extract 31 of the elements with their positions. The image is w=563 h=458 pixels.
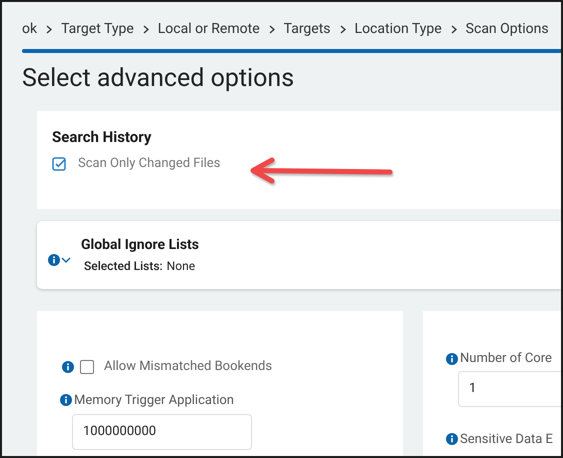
breadcrumb-link[interactable]: Targets [284, 19, 331, 40]
breadcrumb-link[interactable]: ok [22, 19, 38, 40]
checkbox[interactable] [52, 156, 66, 171]
info-icon[interactable] [60, 394, 72, 406]
checkbox-label[interactable]: Allow Mismatched Bookends [104, 357, 272, 376]
info-icon[interactable] [446, 352, 458, 365]
chevron-right-icon [142, 25, 149, 34]
info-icon[interactable] [48, 254, 60, 266]
breadcrumb-link[interactable]: Scan Options [466, 19, 549, 40]
input-field[interactable]: 1 [458, 370, 561, 406]
section-title: Search History [52, 128, 152, 146]
section-title: Global Ignore Lists [81, 236, 199, 254]
page-heading: Select advanced options [22, 63, 296, 95]
chevron-right-icon [340, 25, 346, 34]
info-icon[interactable] [446, 433, 458, 446]
chevron-right-icon [268, 25, 275, 34]
chevron-right-icon [450, 25, 457, 34]
field-label: Sensitive Data E [460, 430, 553, 448]
chevron-down-icon[interactable] [61, 257, 71, 263]
field-label: Memory Trigger Application [74, 392, 234, 410]
checkbox-label[interactable]: Scan Only Changed Files [78, 154, 220, 174]
breadcrumb-link[interactable]: Target Type [61, 19, 134, 40]
field-label: Number of Core [460, 350, 552, 368]
breadcrumb-link[interactable]: Location Type [354, 19, 442, 40]
checkbox[interactable] [80, 360, 94, 374]
breadcrumb-link[interactable]: Local or Remote [158, 19, 260, 40]
input-field[interactable]: 1000000000 [72, 414, 252, 450]
selected-lists-value: None [166, 258, 196, 274]
info-icon[interactable] [62, 360, 74, 373]
selected-lists-label: Selected Lists: [84, 258, 163, 274]
chevron-right-icon [46, 25, 52, 34]
